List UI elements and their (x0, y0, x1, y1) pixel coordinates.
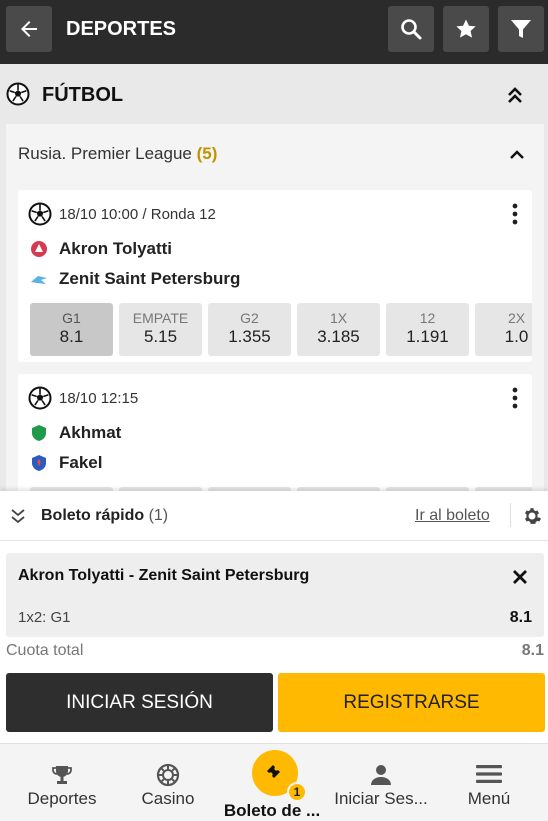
away-team-name: Zenit Saint Petersburg (59, 269, 241, 288)
back-button[interactable] (6, 6, 52, 52)
odds-row: G1 8.1 EMPATE 5.15 G2 1.355 1X 3.185 12 … (30, 303, 532, 356)
login-button[interactable]: INICIAR SESIÓN (6, 673, 273, 732)
odd-button[interactable]: EMPATE 5.15 (119, 303, 202, 356)
favorites-button[interactable] (443, 6, 489, 52)
event-card[interactable]: 18/10 10:00 / Ronda 12 Akron Tolyatti Ze… (18, 190, 532, 362)
home-team-name: Akhmat (59, 423, 122, 442)
home-team: Akron Tolyatti (30, 239, 172, 259)
home-team: Akhmat (30, 423, 121, 443)
ticket-icon (267, 765, 280, 778)
odd-button[interactable]: 12 1.191 (386, 303, 469, 356)
casino-chip-icon (156, 763, 180, 787)
selection-card: Akron Tolyatti - Zenit Saint Petersburg … (6, 553, 544, 637)
akron-logo-icon (31, 241, 47, 257)
filter-button[interactable] (498, 6, 544, 52)
divider (510, 503, 511, 527)
event-datetime: 18/10 12:15 (59, 390, 139, 407)
away-team: Zenit Saint Petersburg (30, 269, 240, 289)
total-odds-value: 8.1 (521, 642, 544, 659)
double-chevron-down-icon[interactable] (10, 508, 26, 524)
boleto-count-badge: 1 (287, 782, 307, 802)
total-odds-label: Cuota total (6, 642, 84, 659)
soccer-ball-icon (6, 82, 30, 106)
search-button[interactable] (388, 6, 434, 52)
page-title: DEPORTES (66, 18, 177, 40)
odd-button[interactable]: G2 1.355 (208, 303, 291, 356)
slip-title: Boleto rápido (1) (41, 507, 169, 524)
odd-button[interactable]: 2X 1.0 (475, 303, 532, 356)
quick-bet-slip: Boleto rápido (1) Ir al boleto Akron Tol… (0, 491, 548, 743)
event-datetime: 18/10 10:00 / Ronda 12 (59, 206, 216, 223)
nav-item-login[interactable]: Iniciar Ses... (330, 744, 432, 821)
nav-item-casino[interactable]: Casino (118, 744, 218, 821)
odd-button[interactable]: 1X 3.185 (297, 303, 380, 356)
user-icon (371, 765, 391, 785)
go-to-slip-link[interactable]: Ir al boleto (415, 507, 490, 525)
search-icon (401, 19, 422, 40)
league-title[interactable]: Rusia. Premier League (5) (18, 144, 217, 164)
register-button[interactable]: REGISTRARSE (278, 673, 545, 732)
akhmat-logo-icon (32, 425, 46, 441)
top-bar: DEPORTES (0, 0, 548, 64)
double-chevron-up-icon[interactable] (505, 85, 525, 105)
selection-odd: 8.1 (509, 609, 532, 626)
odd-button[interactable]: G1 8.1 (30, 303, 113, 356)
soccer-ball-icon (28, 202, 52, 226)
nav-item-menu[interactable]: Menú (440, 744, 538, 821)
soccer-ball-icon (28, 386, 52, 410)
league-count: (5) (196, 144, 218, 163)
star-icon (456, 19, 476, 38)
slip-header: Boleto rápido (1) Ir al boleto (0, 491, 548, 541)
nav-item-deportes[interactable]: Deportes (12, 744, 112, 821)
filter-icon (511, 20, 531, 38)
chevron-up-icon[interactable] (508, 146, 526, 164)
gear-icon[interactable] (522, 506, 542, 526)
fakel-logo-icon (32, 455, 46, 471)
trophy-icon (52, 766, 72, 784)
more-vertical-icon[interactable] (505, 386, 525, 410)
selection-market: 1x2: G1 (18, 609, 71, 626)
slip-count: (1) (148, 507, 169, 524)
away-team: Fakel (30, 453, 102, 473)
sport-header[interactable]: FÚTBOL (0, 64, 548, 124)
selection-match: Akron Tolyatti - Zenit Saint Petersburg (18, 567, 310, 584)
away-team-name: Fakel (59, 453, 103, 472)
league-name: Rusia. Premier League (18, 144, 192, 163)
sport-title: FÚTBOL (42, 84, 124, 106)
arrow-left-icon (21, 21, 37, 37)
zenit-logo-icon (31, 276, 47, 284)
more-vertical-icon[interactable] (505, 202, 525, 226)
league-section: Rusia. Premier League (5) 18/10 10:00 / … (6, 124, 544, 524)
nav-item-boleto[interactable]: 1 Boleto de ... (222, 744, 322, 821)
bottom-nav: Deportes Casino 1 Boleto de ... Iniciar … (0, 743, 548, 821)
close-icon[interactable] (511, 568, 529, 586)
home-team-name: Akron Tolyatti (59, 239, 173, 258)
hamburger-menu-icon (476, 765, 502, 783)
